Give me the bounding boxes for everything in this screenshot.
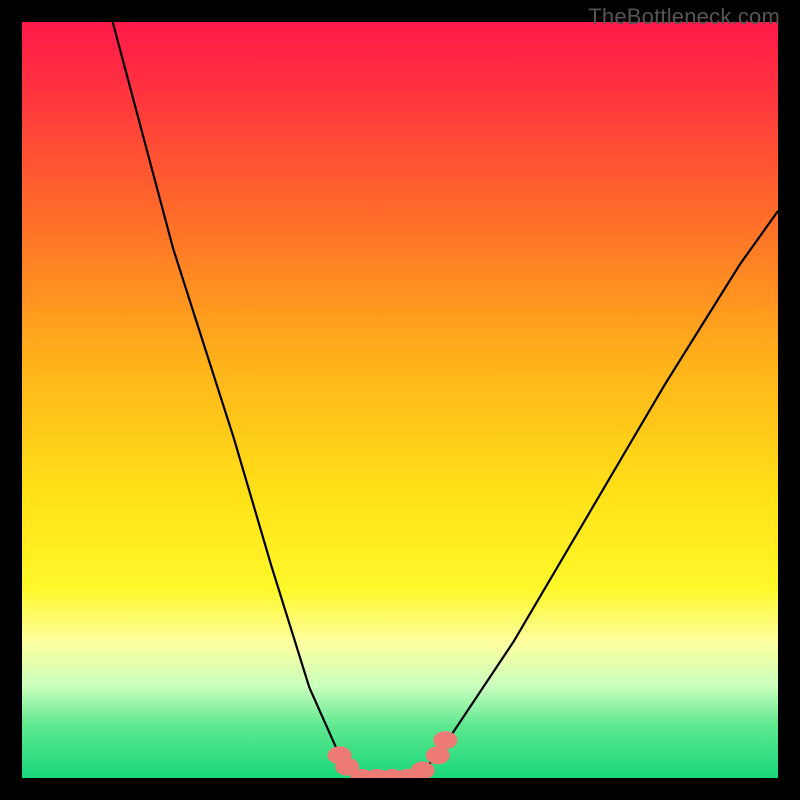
chart-frame: TheBottleneck.com: [0, 0, 800, 800]
plot-svg: [22, 22, 778, 778]
watermark-text: TheBottleneck.com: [588, 4, 780, 30]
gradient-bg: [22, 22, 778, 778]
marker-dot: [433, 731, 457, 749]
